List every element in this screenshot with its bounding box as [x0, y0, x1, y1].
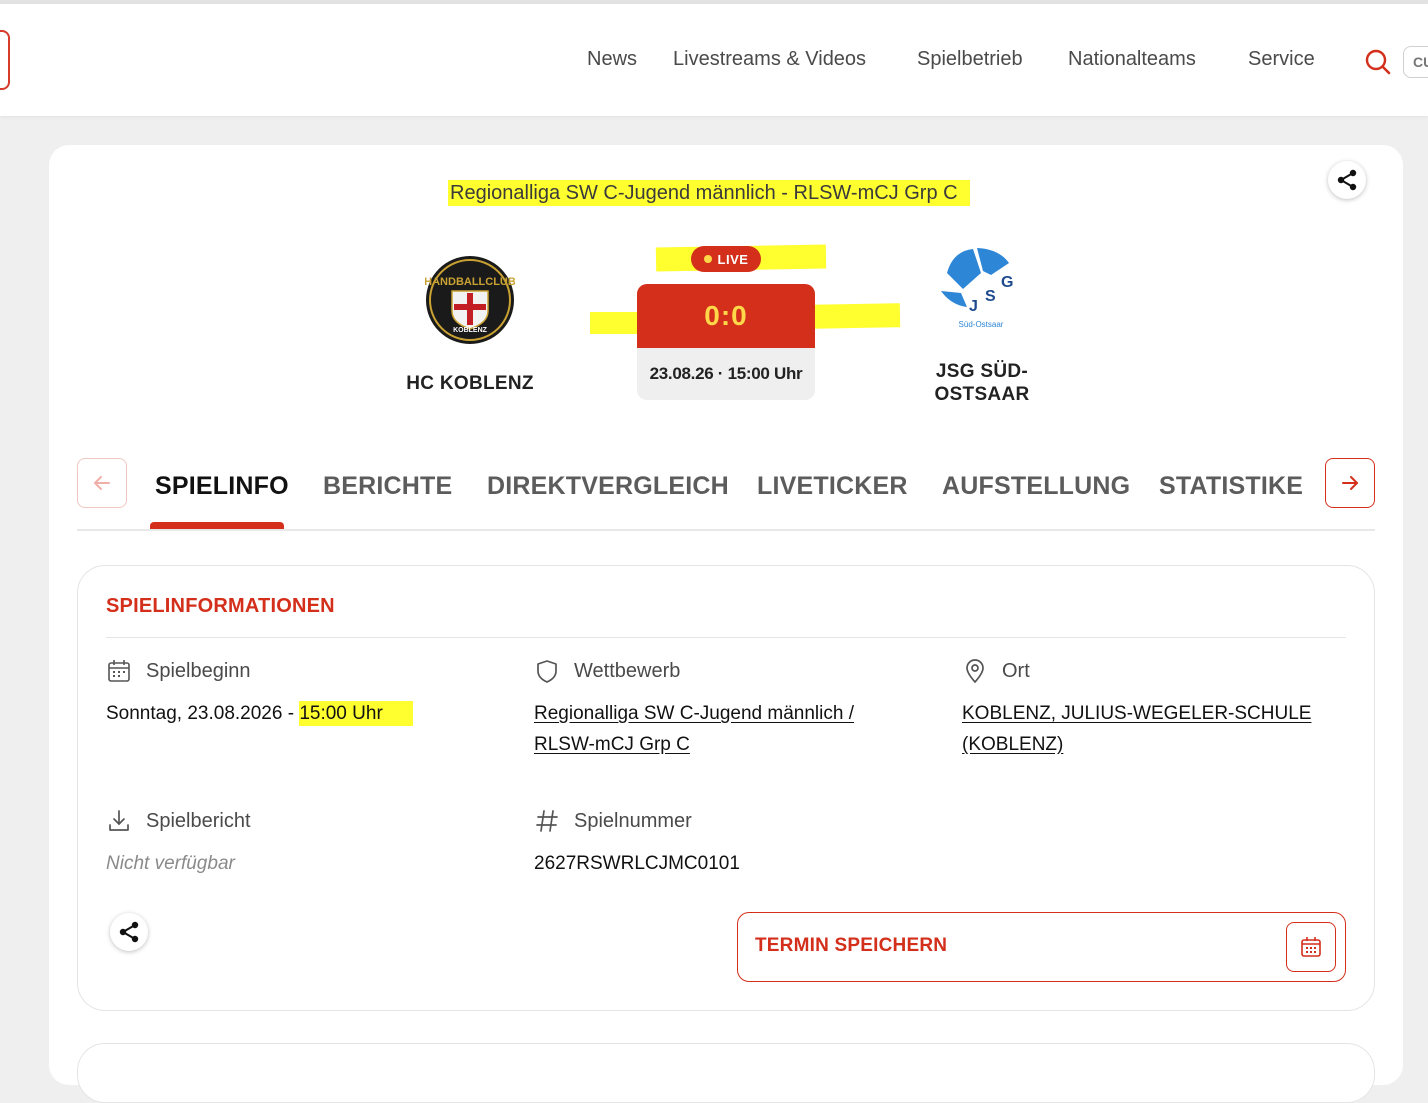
tab-aufstellung[interactable]: AUFSTELLUNG: [942, 472, 1130, 501]
nav-nationalteams[interactable]: Nationalteams: [1068, 48, 1196, 71]
wettbewerb-label: Wettbewerb: [534, 658, 680, 684]
live-badge: LIVE: [691, 246, 761, 272]
arrow-left-icon: [94, 476, 110, 490]
svg-text:G: G: [1001, 274, 1013, 291]
spielbeginn-time: 15:00 Uhr: [299, 701, 413, 726]
wettbewerb-line1: Regionalliga SW C-Jugend männlich /: [534, 703, 854, 724]
away-team-name[interactable]: JSG SÜD- OSTSAAR: [912, 360, 1052, 406]
hash-icon: [536, 810, 558, 832]
tab-spielinfo[interactable]: SPIELINFO: [155, 472, 289, 501]
tabs-prev-button[interactable]: [77, 458, 127, 508]
spielnummer-label: Spielnummer: [534, 808, 692, 834]
tab-statistiken[interactable]: STATISTIKEN: [1159, 472, 1303, 501]
score: 0:0: [637, 284, 815, 348]
wettbewerb-line2: RLSW-mCJ Grp C: [534, 734, 690, 755]
calendar-icon: [108, 660, 130, 682]
ort-line2: (KOBLENZ): [962, 734, 1064, 755]
ort-link[interactable]: KOBLENZ, JULIUS-WEGELER-SCHULE (KOBLENZ): [962, 698, 1311, 760]
home-team-logo[interactable]: HANDBALLCLUB KOBLENZ: [425, 255, 515, 345]
spielbeginn-label: Spielbeginn: [106, 658, 251, 684]
tabs-divider: [77, 529, 1375, 531]
live-dot-icon: [703, 255, 712, 263]
match-datetime: 23.08.26 · 15:00 Uhr: [649, 364, 803, 383]
away-team-logo[interactable]: J S G Süd-Ostsaar: [937, 243, 1025, 331]
share-icon: [1337, 169, 1357, 191]
highlight-mark-right: [811, 303, 901, 329]
spielnummer-label-text: Spielnummer: [574, 809, 692, 832]
ort-line1: KOBLENZ, JULIUS-WEGELER-SCHULE: [962, 703, 1312, 724]
score-box: 0:0 23.08.26 · 15:00 Uhr: [637, 284, 815, 400]
spielbeginn-separator: -: [282, 703, 300, 724]
arrow-right-icon: [1342, 476, 1358, 490]
spielbeginn-value: Sonntag, 23.08.2026 - 15:00 Uhr: [106, 698, 413, 729]
share-button-top[interactable]: [1328, 161, 1366, 199]
away-team-name-line2: OSTSAAR: [934, 384, 1030, 405]
svg-text:J: J: [969, 298, 978, 315]
download-icon: [109, 810, 129, 831]
tab-bar: SPIELINFO BERICHTE DIREKTVERGLEICH LIVET…: [150, 460, 1303, 530]
shield-icon: [537, 660, 557, 683]
home-team-name[interactable]: HC KOBLENZ: [400, 372, 540, 395]
svg-text:S: S: [985, 288, 996, 305]
away-team-name-line1: JSG SÜD-: [935, 361, 1029, 382]
tab-berichte[interactable]: BERICHTE: [323, 472, 452, 501]
league-title: Regionalliga SW C-Jugend männlich - RLSW…: [448, 180, 970, 206]
spielbericht-label-text: Spielbericht: [146, 809, 251, 832]
nav-service[interactable]: Service: [1248, 48, 1315, 71]
share-button-info[interactable]: [110, 913, 148, 951]
search-icon[interactable]: [1364, 48, 1392, 76]
nav-news[interactable]: News: [587, 48, 637, 71]
spielnummer-value: 2627RSWRLCJMC0101: [534, 853, 740, 874]
site-logo-fragment[interactable]: [0, 30, 10, 90]
tabs-next-button[interactable]: [1325, 458, 1375, 508]
spielbeginn-label-text: Spielbeginn: [146, 659, 251, 682]
spielbericht-value: Nicht verfügbar: [106, 853, 235, 874]
spielbeginn-date: Sonntag, 23.08.2026: [106, 703, 283, 724]
highlight-mark-left: [590, 312, 640, 334]
wettbewerb-link[interactable]: Regionalliga SW C-Jugend männlich / RLSW…: [534, 698, 854, 760]
nav-spielbetrieb[interactable]: Spielbetrieb: [917, 48, 1023, 71]
ort-label: Ort: [962, 658, 1030, 684]
site-header: News Livestreams & Videos Spielbetrieb N…: [0, 4, 1428, 116]
active-tab-indicator: [150, 522, 284, 529]
svg-text:KOBLENZ: KOBLENZ: [453, 327, 488, 334]
calendar-icon: [1301, 937, 1321, 957]
svg-text:Süd-Ostsaar: Süd-Ostsaar: [959, 320, 1004, 329]
save-date-button[interactable]: TERMIN SPEICHERN: [737, 912, 1346, 982]
location-pin-icon: [966, 659, 984, 683]
tab-direktvergleich[interactable]: DIREKTVERGLEICH: [487, 472, 729, 501]
section-title: SPIELINFORMATIONEN: [106, 595, 335, 617]
nav-livestreams-videos[interactable]: Livestreams & Videos: [673, 48, 866, 71]
spielbericht-label: Spielbericht: [106, 808, 251, 834]
search-button-partial[interactable]: CU: [1403, 46, 1428, 78]
section-divider: [106, 637, 1346, 638]
share-icon: [119, 921, 139, 943]
live-label: LIVE: [717, 251, 749, 267]
next-panel-partial: [77, 1043, 1375, 1103]
tab-liveticker[interactable]: LIVETICKER: [757, 472, 908, 501]
svg-text:HANDBALLCLUB: HANDBALLCLUB: [425, 276, 515, 288]
wettbewerb-label-text: Wettbewerb: [574, 659, 681, 682]
save-date-label: TERMIN SPEICHERN: [755, 935, 948, 956]
save-date-calendar-button[interactable]: [1286, 922, 1336, 972]
ort-label-text: Ort: [1002, 659, 1030, 682]
